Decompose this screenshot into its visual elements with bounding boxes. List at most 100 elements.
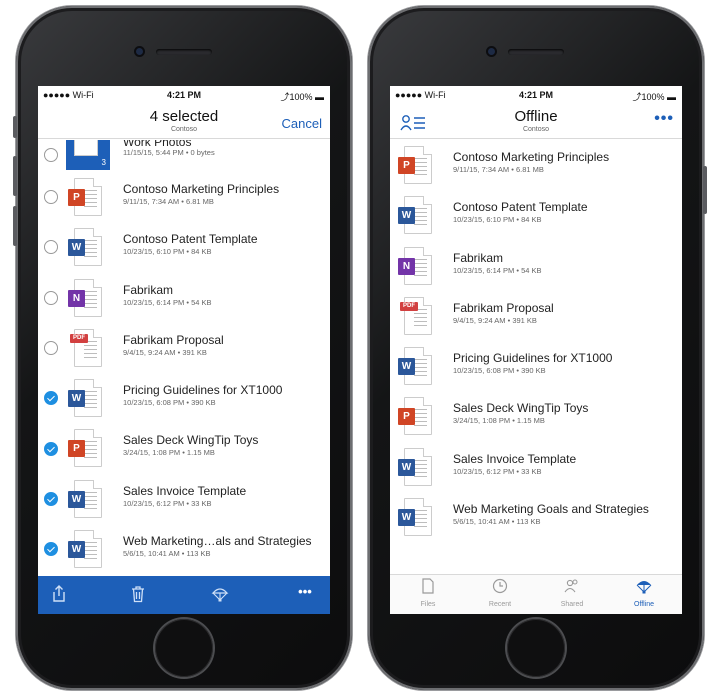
file-meta: 10/23/15, 6:14 PM • 54 KB <box>453 265 542 275</box>
phone-right: ●●●●● Wi-Fi 4:21 PM ⤴100% ▬ Offline Cont… <box>368 6 707 690</box>
battery-label: ⤴100% ▬ <box>280 92 324 102</box>
file-meta: 5/6/15, 10:41 AM • 113 KB <box>453 517 541 527</box>
pdf-file-icon: PDF <box>398 296 432 335</box>
file-meta: 3/24/15, 1:08 PM • 1.15 MB <box>453 416 545 426</box>
file-name: Sales Deck WingTip Toys <box>453 401 589 416</box>
nav-bar: Offline Contoso ••• <box>390 105 682 139</box>
file-name: Web Marketing Goals and Strategies <box>453 502 649 517</box>
file-name: Contoso Patent Template <box>453 200 588 215</box>
list-item[interactable]: P Contoso Marketing Principles 9/11/15, 7:… <box>390 140 682 190</box>
file-meta: 5/6/15, 10:41 AM • 113 KB <box>123 549 211 559</box>
file-name: Contoso Marketing Principles <box>123 182 280 196</box>
word-file-icon: W <box>68 479 102 518</box>
pdf-file-icon: PDF <box>68 328 102 367</box>
trash-icon[interactable] <box>123 585 153 608</box>
word-file-icon: W <box>398 498 432 537</box>
volume-up-button <box>13 156 17 196</box>
file-name: Fabrikam Proposal <box>453 300 554 315</box>
folder-icon: 3 <box>66 140 110 170</box>
home-button[interactable] <box>155 619 213 677</box>
select-checkbox[interactable] <box>44 341 58 356</box>
file-name: Sales Deck WingTip Toys <box>123 433 259 448</box>
earpiece-speaker <box>156 49 212 55</box>
list-item[interactable]: W Pricing Guidelines for XT1000 10/23/15, … <box>38 373 330 423</box>
onenote-file-icon: N <box>398 246 432 285</box>
tab-shared[interactable]: Shared <box>542 578 602 608</box>
file-meta: 10/23/15, 6:14 PM • 54 KB <box>123 297 212 307</box>
earpiece-speaker <box>508 49 564 55</box>
tab-files[interactable]: Files <box>398 578 458 608</box>
file-list: P Contoso Marketing Principles 9/11/15, 7:… <box>390 140 682 542</box>
power-button <box>703 166 707 214</box>
list-item[interactable]: PDF Fabrikam Proposal 9/4/15, 9:24 AM • 39… <box>38 323 330 373</box>
word-file-icon: W <box>68 530 102 569</box>
screen-selection: ●●●●● Wi-Fi 4:21 PM ⤴100% ▬ 4 selected C… <box>38 86 330 614</box>
word-file-icon: W <box>68 228 102 267</box>
front-camera <box>486 46 497 57</box>
front-camera <box>134 46 145 57</box>
file-name: Contoso Patent Template <box>123 232 258 247</box>
select-checkbox[interactable] <box>44 190 58 205</box>
home-button[interactable] <box>507 619 565 677</box>
powerpoint-file-icon: P <box>68 178 102 216</box>
word-file-icon: W <box>398 196 432 235</box>
list-item[interactable]: W Pricing Guidelines for XT1000 10/23/15, … <box>390 341 682 391</box>
phone-left: ●●●●● Wi-Fi 4:21 PM ⤴100% ▬ 4 selected C… <box>13 6 352 690</box>
cancel-button[interactable]: Cancel <box>282 116 322 131</box>
file-meta: 10/23/15, 6:08 PM • 390 KB <box>123 398 216 408</box>
list-item[interactable]: W Sales Invoice Template 10/23/15, 6:12 PM… <box>38 474 330 524</box>
file-list: 3 Work Photos 11/15/15, 5:44 PM • 0 byte… <box>38 140 330 574</box>
file-name: Contoso Marketing Principles <box>453 150 610 164</box>
powerpoint-file-icon: P <box>398 146 432 184</box>
list-item[interactable]: P Sales Deck WingTip Toys 3/24/15, 1:08 PM… <box>390 391 682 441</box>
more-button[interactable]: ••• <box>290 584 320 599</box>
selection-toolbar: ••• <box>38 576 330 614</box>
list-item[interactable]: N Fabrikam 10/23/15, 6:14 PM • 54 KB <box>390 241 682 291</box>
tab-label: Offline <box>633 601 655 608</box>
list-item[interactable]: PDF Fabrikam Proposal 9/4/15, 9:24 AM • 39… <box>390 291 682 341</box>
screen-offline: ●●●●● Wi-Fi 4:21 PM ⤴100% ▬ Offline Cont… <box>390 86 682 614</box>
list-item[interactable]: W Web Marketing…als and Strategies 5/6/15,… <box>38 524 330 574</box>
list-item[interactable]: W Sales Invoice Template 10/23/15, 6:12 PM… <box>390 442 682 492</box>
select-checkbox[interactable] <box>44 491 58 506</box>
page-subtitle: Contoso <box>522 126 550 133</box>
word-file-icon: W <box>68 379 102 418</box>
parachute-icon <box>614 578 674 600</box>
select-checkbox[interactable] <box>44 148 58 162</box>
volume-down-button <box>13 206 17 246</box>
file-name: Sales Invoice Template <box>123 483 247 498</box>
list-item[interactable]: P Sales Deck WingTip Toys 3/24/15, 1:08 PM… <box>38 423 330 473</box>
select-checkbox[interactable] <box>44 391 58 406</box>
file-meta: 10/23/15, 6:10 PM • 84 KB <box>123 247 212 257</box>
list-item-folder[interactable]: 3 Work Photos 11/15/15, 5:44 PM • 0 byte… <box>38 140 330 172</box>
list-item[interactable]: P Contoso Marketing Principles 9/11/15, 7:… <box>38 172 330 222</box>
clock-icon <box>470 578 530 600</box>
list-item[interactable]: W Contoso Patent Template 10/23/15, 6:10 P… <box>38 222 330 272</box>
list-item[interactable]: W Contoso Patent Template 10/23/15, 6:10 P… <box>390 190 682 240</box>
more-button[interactable]: ••• <box>654 110 674 128</box>
select-checkbox[interactable] <box>44 441 58 456</box>
share-icon[interactable] <box>44 585 74 608</box>
tab-offline[interactable]: Offline <box>614 578 674 608</box>
file-name: Fabrikam <box>123 282 174 297</box>
page-title: Offline <box>514 108 558 125</box>
account-list-icon[interactable] <box>400 114 426 132</box>
word-file-icon: W <box>398 347 432 386</box>
file-name: Fabrikam <box>453 250 504 265</box>
file-name: Fabrikam Proposal <box>123 332 224 347</box>
file-meta: 10/23/15, 6:12 PM • 33 KB <box>453 466 542 476</box>
file-meta: 10/23/15, 6:12 PM • 33 KB <box>123 498 212 508</box>
list-item[interactable]: W Web Marketing Goals and Strategies 5/6/1… <box>390 492 682 542</box>
select-checkbox[interactable] <box>44 290 58 305</box>
tab-label: Files <box>420 601 436 608</box>
file-meta: 10/23/15, 6:08 PM • 390 KB <box>453 366 546 376</box>
select-checkbox[interactable] <box>44 542 58 557</box>
list-item[interactable]: N Fabrikam 10/23/15, 6:14 PM • 54 KB <box>38 273 330 323</box>
nav-bar: 4 selected Contoso Cancel <box>38 105 330 139</box>
status-bar: ●●●●● Wi-Fi 4:21 PM ⤴100% ▬ <box>38 86 330 105</box>
status-bar: ●●●●● Wi-Fi 4:21 PM ⤴100% ▬ <box>390 86 682 105</box>
parachute-icon[interactable] <box>205 585 235 608</box>
battery-label: ⤴100% ▬ <box>632 92 676 102</box>
tab-recent[interactable]: Recent <box>470 578 530 608</box>
select-checkbox[interactable] <box>44 240 58 255</box>
